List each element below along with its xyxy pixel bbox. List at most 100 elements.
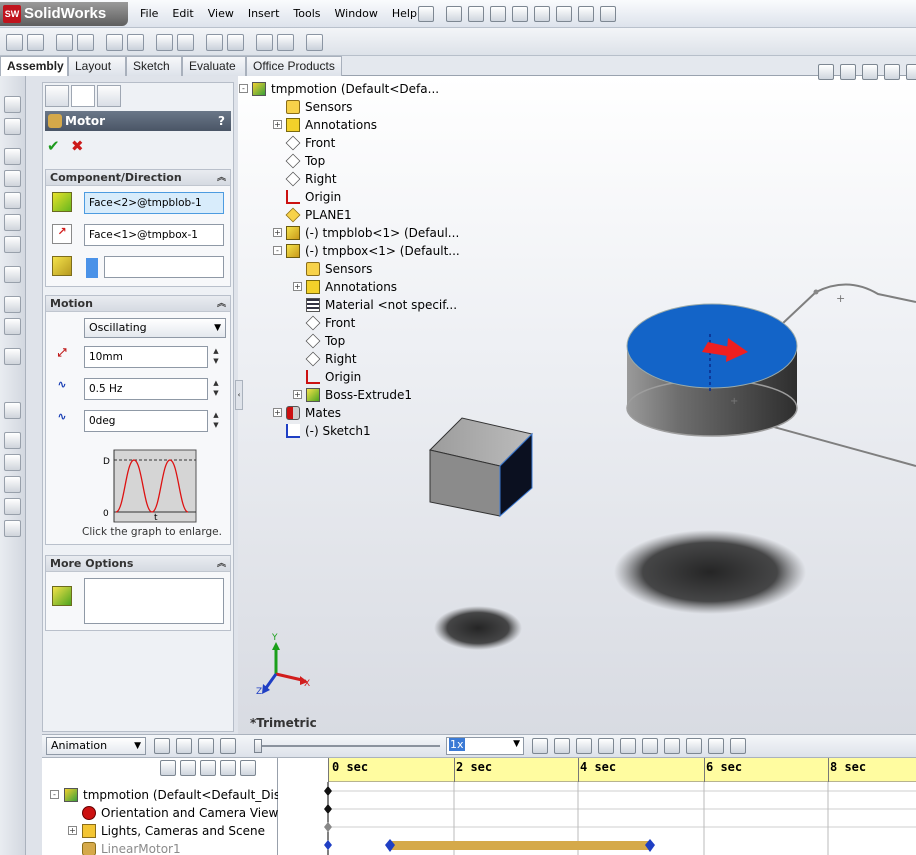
tree-item[interactable]: Origin xyxy=(286,188,341,206)
move-component-icon[interactable] xyxy=(106,34,123,51)
tree-expander[interactable]: + xyxy=(68,826,77,835)
tree-expander[interactable]: - xyxy=(239,84,248,93)
results-plots-icon[interactable] xyxy=(730,738,746,754)
ok-check-icon[interactable]: ✔ xyxy=(47,137,60,155)
study-type-select[interactable]: Animation ▼ xyxy=(46,737,146,755)
new-motion-study-icon[interactable] xyxy=(206,34,223,51)
tree-item[interactable]: (-) Sketch1 xyxy=(286,422,371,440)
tree-expander[interactable]: - xyxy=(50,790,59,799)
tree-item[interactable]: (-) tmpblob<1> (Defaul... xyxy=(286,224,459,242)
print-icon[interactable] xyxy=(512,6,528,22)
menu-edit[interactable]: Edit xyxy=(172,7,193,23)
contact-icon[interactable] xyxy=(686,738,702,754)
reference-geometry-icon[interactable] xyxy=(177,34,194,51)
tab-assembly[interactable]: Assembly xyxy=(0,56,68,76)
zoom-to-area-icon[interactable] xyxy=(840,64,856,80)
tree-item[interactable]: tmpmotion (Default<Defa... xyxy=(252,80,439,98)
key-point[interactable] xyxy=(324,840,332,850)
pattern-icon[interactable] xyxy=(4,266,21,283)
options-icon[interactable] xyxy=(600,6,616,22)
open-folder-icon[interactable] xyxy=(468,6,484,22)
curves-icon[interactable] xyxy=(4,296,21,313)
shell-icon[interactable] xyxy=(4,520,21,537)
motion-tree-item[interactable]: LinearMotor1 xyxy=(82,840,181,855)
play-icon[interactable] xyxy=(198,738,214,754)
phase-spinner[interactable]: ▲ ▼ xyxy=(210,410,222,432)
motion-tree-item[interactable]: Lights, Cameras and Scene xyxy=(82,822,265,840)
mold-tools-icon[interactable] xyxy=(4,432,21,449)
pushpin-icon[interactable] xyxy=(418,6,434,22)
tree-item[interactable]: Material <not specif... xyxy=(306,296,457,314)
feature-manager-tab-icon[interactable] xyxy=(45,85,69,107)
tree-item[interactable]: Right xyxy=(305,350,357,368)
menu-insert[interactable]: Insert xyxy=(248,7,280,23)
gravity-icon[interactable] xyxy=(708,738,724,754)
save-animation-icon[interactable] xyxy=(554,738,570,754)
sheet-metal-icon[interactable] xyxy=(4,348,21,365)
motor-location-face-field[interactable]: Face<2>@tmpblob-1 xyxy=(84,192,224,214)
motor-end-key[interactable] xyxy=(645,839,655,852)
tree-item[interactable]: Right xyxy=(285,170,337,188)
menu-help[interactable]: Help xyxy=(392,7,417,23)
motor-tool-icon[interactable] xyxy=(642,738,658,754)
tree-expander[interactable]: + xyxy=(293,282,302,291)
assembly-features-icon[interactable] xyxy=(156,34,173,51)
new-document-icon[interactable] xyxy=(446,6,462,22)
bill-of-materials-icon[interactable] xyxy=(227,34,244,51)
playback-speed-select[interactable]: 1x ▼ xyxy=(446,737,524,755)
mate-icon[interactable] xyxy=(27,34,44,51)
property-manager-tab-icon[interactable] xyxy=(71,85,95,107)
frequency-input[interactable]: 0.5 Hz xyxy=(84,378,208,400)
explode-line-sketch-icon[interactable] xyxy=(277,34,294,51)
motion-tree-item[interactable]: tmpmotion (Default<Default_Displ xyxy=(64,786,291,804)
smart-fasteners-icon[interactable] xyxy=(77,34,94,51)
load-bearing-faces-field[interactable] xyxy=(84,578,224,624)
configuration-manager-tab-icon[interactable] xyxy=(97,85,121,107)
tab-office-products[interactable]: Office Products xyxy=(246,56,342,76)
animation-wizard-icon[interactable] xyxy=(576,738,592,754)
time-scale[interactable]: 0 sec 2 sec 4 sec 6 sec 8 sec xyxy=(328,758,916,782)
tree-expander[interactable]: + xyxy=(273,228,282,237)
menu-tools[interactable]: Tools xyxy=(293,7,320,23)
motor-direction-face-field[interactable]: Face<1>@tmpbox-1 xyxy=(84,224,224,246)
rebuild-icon[interactable] xyxy=(578,6,594,22)
relative-component-field[interactable] xyxy=(104,256,224,278)
play-from-start-icon[interactable] xyxy=(176,738,192,754)
filter-animated-icon[interactable] xyxy=(160,760,176,776)
section-view-icon[interactable] xyxy=(884,64,900,80)
tab-layout[interactable]: Layout xyxy=(68,56,126,76)
sketch-point[interactable] xyxy=(813,289,819,295)
playback-slider-thumb[interactable] xyxy=(254,739,262,753)
filter-selected-icon[interactable] xyxy=(200,760,216,776)
displacement-spinner[interactable]: ▲ ▼ xyxy=(210,346,222,368)
new-assembly-icon[interactable] xyxy=(4,118,21,135)
save-icon[interactable] xyxy=(490,6,506,22)
tree-expander[interactable]: + xyxy=(273,120,282,129)
collapse-tree-icon[interactable] xyxy=(240,760,256,776)
key-point[interactable] xyxy=(324,822,332,832)
extruded-boss-icon[interactable] xyxy=(4,148,21,165)
help-button[interactable]: ? xyxy=(218,111,225,131)
tree-item[interactable]: Front xyxy=(285,134,335,152)
exploded-view-icon[interactable] xyxy=(256,34,273,51)
playback-mode-icon[interactable] xyxy=(532,738,548,754)
panel-splitter-handle[interactable]: ‹ xyxy=(235,380,243,410)
hole-icon[interactable] xyxy=(4,236,21,253)
motor-start-key[interactable] xyxy=(385,839,395,852)
phase-input[interactable]: 0deg xyxy=(84,410,208,432)
frequency-spinner[interactable]: ▲ ▼ xyxy=(210,378,222,400)
zoom-to-fit-icon[interactable] xyxy=(818,64,834,80)
insert-components-icon[interactable] xyxy=(6,34,23,51)
tab-evaluate[interactable]: Evaluate xyxy=(182,56,246,76)
surfaces-icon[interactable] xyxy=(4,454,21,471)
filter-driving-icon[interactable] xyxy=(180,760,196,776)
reverse-direction-icon[interactable]: ↗ xyxy=(52,224,72,244)
tree-item[interactable]: Annotations xyxy=(306,278,397,296)
motion-profile-graph[interactable]: D 0 t xyxy=(102,448,198,528)
menu-window[interactable]: Window xyxy=(335,7,378,23)
show-hidden-icon[interactable] xyxy=(127,34,144,51)
add-key-icon[interactable] xyxy=(620,738,636,754)
linear-pattern-icon[interactable] xyxy=(56,34,73,51)
tree-item[interactable]: Origin xyxy=(306,368,361,386)
autokey-icon[interactable] xyxy=(598,738,614,754)
